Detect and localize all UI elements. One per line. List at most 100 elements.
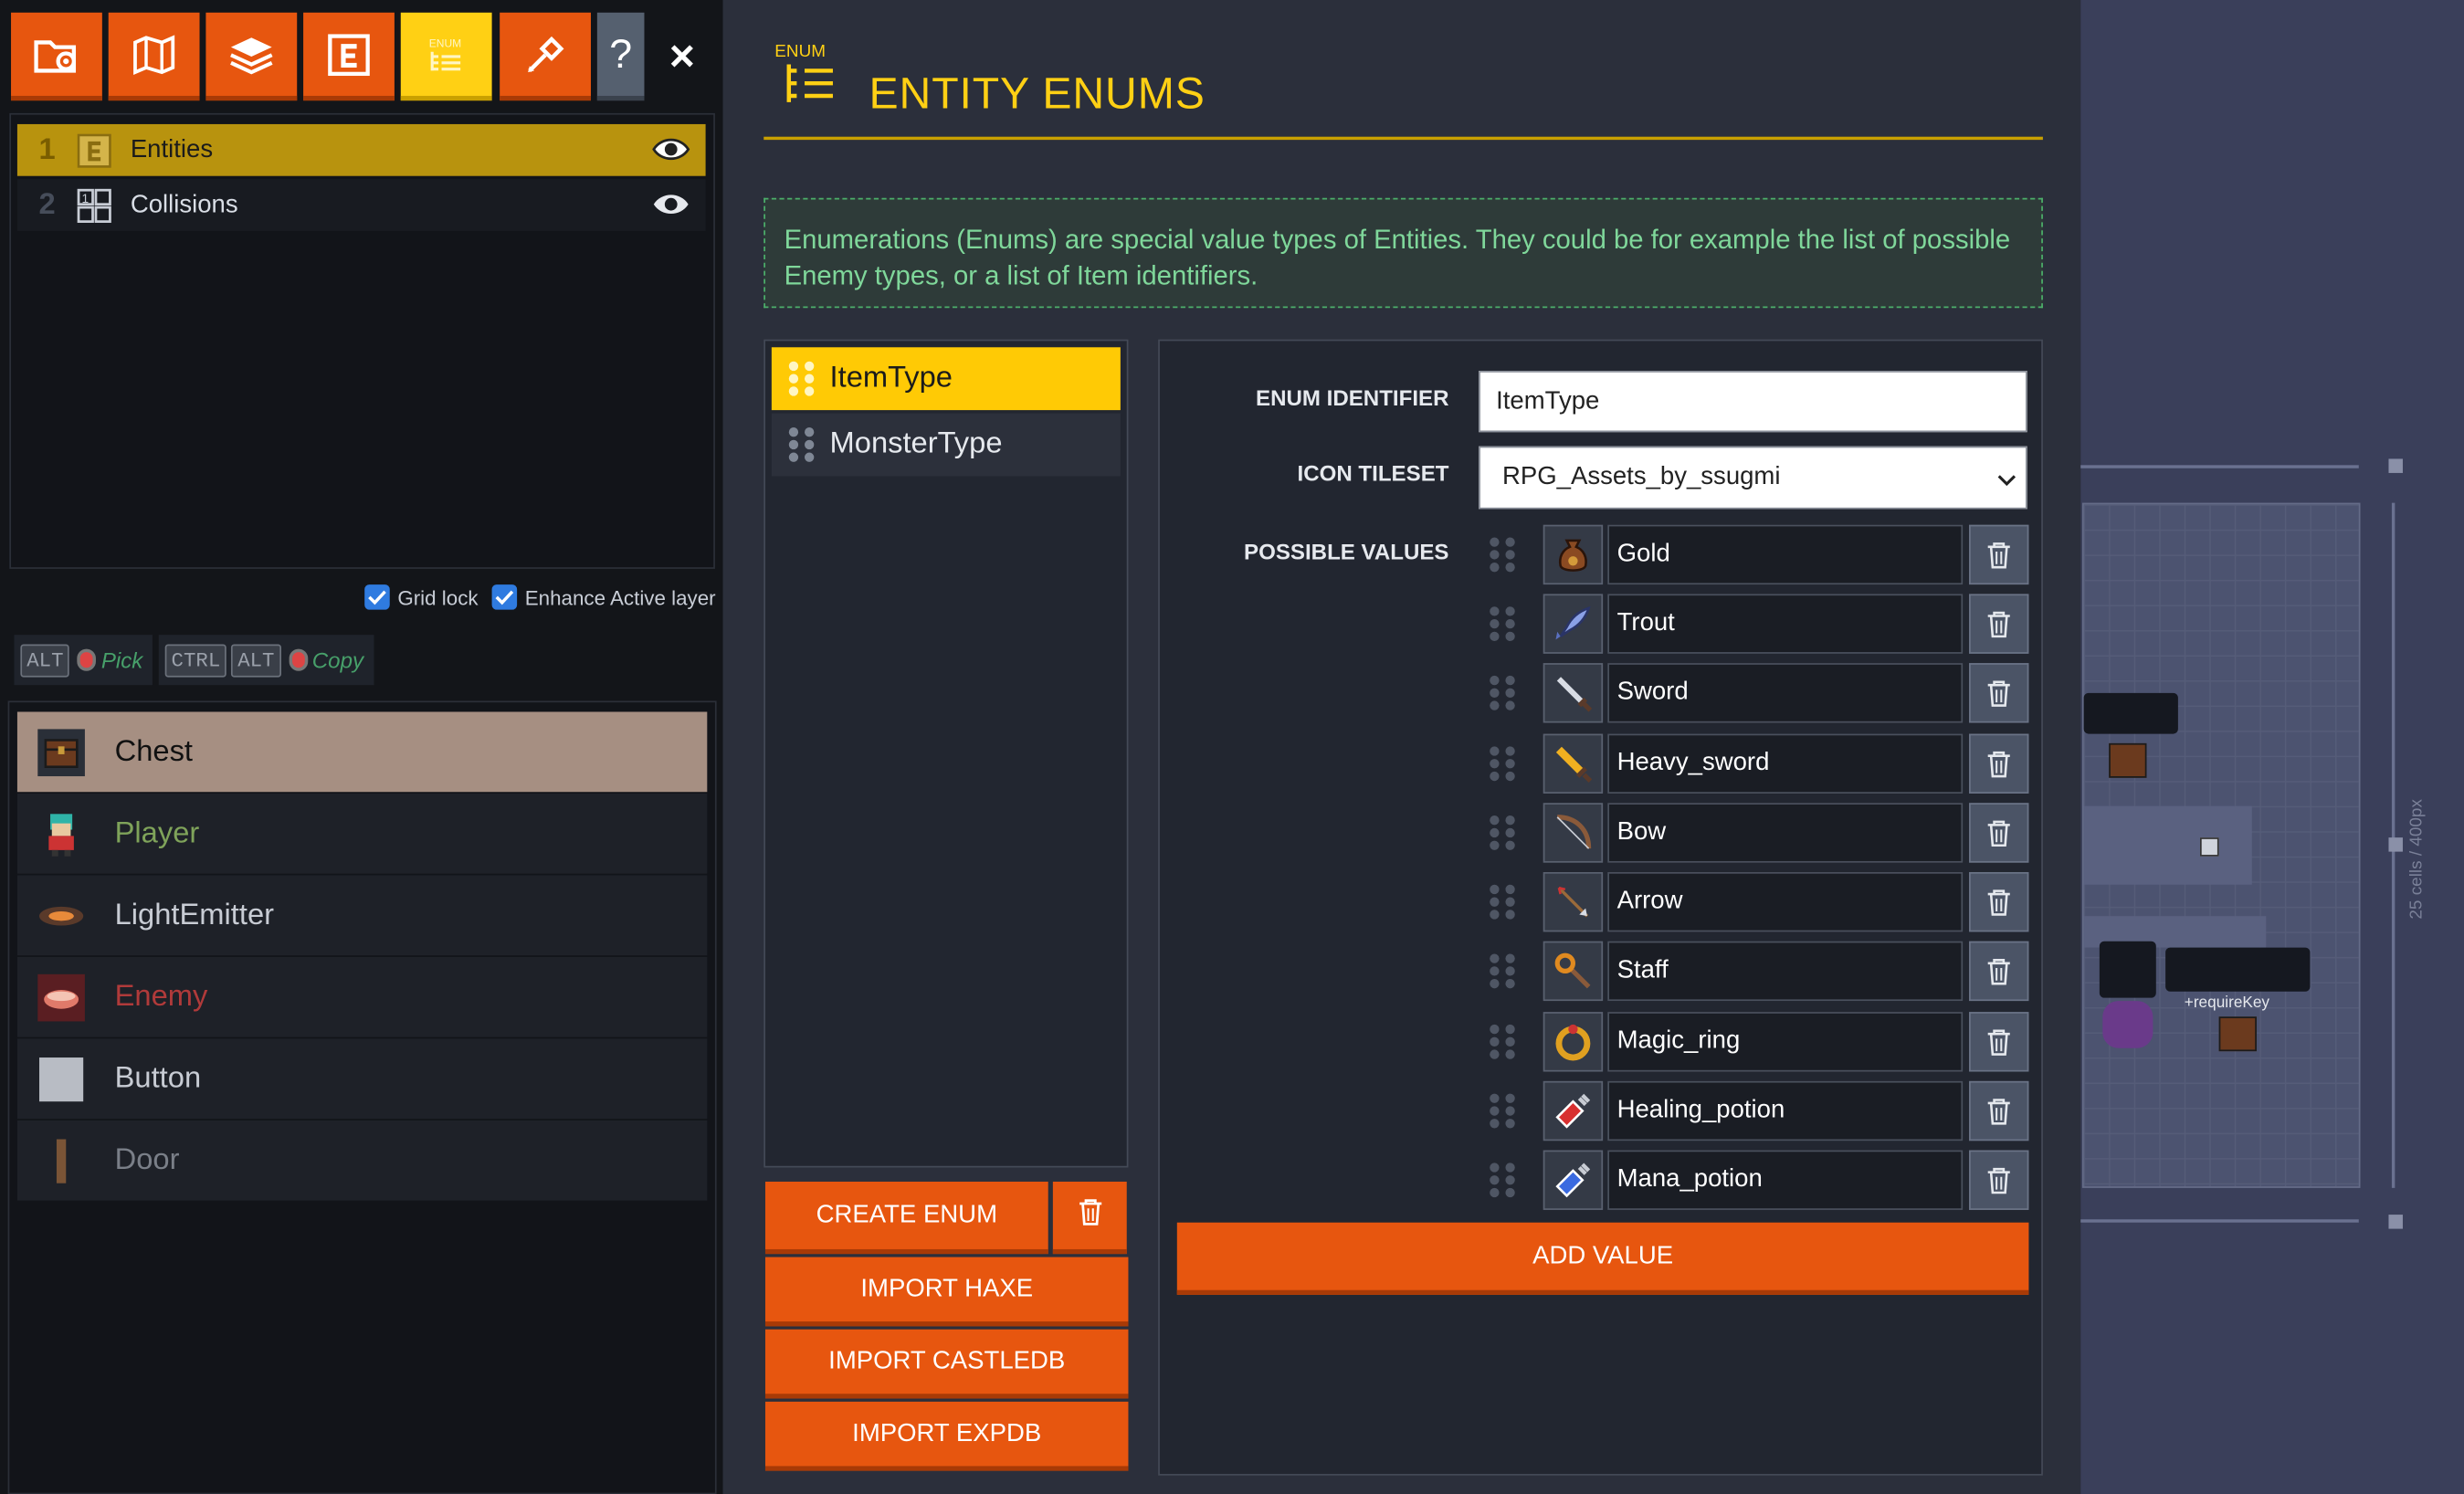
close-icon: × bbox=[669, 31, 695, 80]
value-name-input[interactable]: Staff bbox=[1607, 941, 1964, 1002]
level-size-label: 25 cells / 400px bbox=[2407, 799, 2427, 920]
button-entity-icon[interactable] bbox=[2199, 837, 2219, 857]
import-haxe-button[interactable]: IMPORT HAXE bbox=[764, 1257, 1129, 1327]
close-button[interactable]: × bbox=[650, 13, 713, 100]
delete-enum-button[interactable] bbox=[1052, 1181, 1127, 1255]
svg-text:ENUM: ENUM bbox=[429, 37, 461, 49]
level-ruler-top bbox=[2080, 465, 2359, 468]
layer-item-collisions[interactable]: 2 1 Collisions bbox=[16, 179, 706, 231]
drag-handle-icon[interactable] bbox=[1490, 815, 1515, 850]
grid-lock-checkbox[interactable]: Grid lock bbox=[364, 584, 479, 610]
enum-item-monstertype[interactable]: MonsterType bbox=[771, 413, 1121, 477]
layer-item-entities[interactable]: 1 Entities bbox=[16, 123, 706, 176]
trash-icon[interactable] bbox=[1969, 524, 2029, 585]
drag-handle-icon[interactable] bbox=[1490, 537, 1515, 573]
eye-icon[interactable] bbox=[652, 190, 690, 226]
resize-handle[interactable] bbox=[2388, 1215, 2403, 1229]
drag-handle-icon[interactable] bbox=[1490, 675, 1515, 710]
import-castledb-button[interactable]: IMPORT CASTLEDB bbox=[764, 1329, 1129, 1399]
value-row: Sword bbox=[1490, 661, 2029, 724]
drag-handle-icon[interactable] bbox=[1490, 1163, 1515, 1198]
key-ctrl: CTRL bbox=[164, 643, 227, 677]
enum-item-itemtype[interactable]: ItemType bbox=[771, 347, 1121, 411]
eye-icon[interactable] bbox=[652, 135, 690, 172]
trash-icon[interactable] bbox=[1969, 871, 2029, 932]
value-name-input[interactable]: Sword bbox=[1607, 663, 1964, 723]
entity-palette: Chest Player LightEmitter Enemy Button D… bbox=[7, 700, 717, 1494]
trash-icon[interactable] bbox=[1969, 594, 2029, 654]
staff-icon bbox=[1543, 941, 1604, 1002]
entity-tag-label: +requireKey bbox=[2184, 994, 2270, 1013]
player-icon bbox=[37, 808, 87, 858]
world-map-icon bbox=[131, 34, 178, 75]
import-expdb-button[interactable]: IMPORT EXPDB bbox=[764, 1401, 1129, 1471]
layers-button[interactable] bbox=[205, 12, 298, 101]
help-button[interactable]: ? bbox=[596, 12, 645, 101]
enhance-active-layer-label: Enhance Active layer bbox=[524, 584, 716, 609]
trash-icon[interactable] bbox=[1969, 1150, 2029, 1210]
grid-lock-label: Grid lock bbox=[397, 584, 479, 609]
value-name-input[interactable]: Healing_potion bbox=[1607, 1080, 1964, 1142]
drag-handle-icon[interactable] bbox=[788, 361, 815, 396]
trash-icon[interactable] bbox=[1969, 941, 2029, 1002]
trash-icon[interactable] bbox=[1969, 663, 2029, 723]
drag-handle-icon[interactable] bbox=[1490, 606, 1515, 642]
value-row: Trout bbox=[1490, 593, 2029, 656]
add-value-button[interactable]: ADD VALUE bbox=[1176, 1222, 2029, 1295]
entity-item-player[interactable]: Player bbox=[16, 793, 708, 874]
value-name-input[interactable]: Trout bbox=[1607, 594, 1964, 654]
trash-icon[interactable] bbox=[1969, 1080, 2029, 1142]
value-row: Heavy_sword bbox=[1490, 732, 2029, 795]
value-name-input[interactable]: Bow bbox=[1607, 803, 1964, 863]
trash-icon[interactable] bbox=[1969, 803, 2029, 863]
entity-item-button[interactable]: Button bbox=[16, 1038, 708, 1120]
drag-handle-icon[interactable] bbox=[1490, 1093, 1515, 1129]
layer-index: 2 bbox=[38, 187, 56, 221]
fish-icon bbox=[1543, 594, 1604, 654]
door-icon bbox=[37, 1135, 87, 1185]
entity-item-door[interactable]: Door bbox=[16, 1120, 708, 1201]
identifier-input[interactable]: ItemType bbox=[1479, 371, 2027, 433]
entities-button[interactable] bbox=[303, 12, 395, 101]
entity-item-chest[interactable]: Chest bbox=[16, 711, 708, 793]
value-name-input[interactable]: Heavy_sword bbox=[1607, 733, 1964, 794]
entity-item-lightemitter[interactable]: LightEmitter bbox=[16, 875, 708, 956]
drag-handle-icon[interactable] bbox=[1490, 1024, 1515, 1059]
shortcut-action: Copy bbox=[311, 647, 364, 673]
shortcut-copy: CTRL ALT Copy bbox=[158, 635, 374, 686]
tilesets-button[interactable] bbox=[500, 12, 591, 101]
world-map-button[interactable] bbox=[108, 12, 200, 101]
value-name-input[interactable]: Arrow bbox=[1607, 871, 1964, 932]
resize-handle[interactable] bbox=[2388, 837, 2403, 852]
project-settings-button[interactable] bbox=[11, 12, 102, 101]
drag-handle-icon[interactable] bbox=[1490, 884, 1515, 920]
value-row: Arrow bbox=[1490, 870, 2029, 933]
drag-handle-icon[interactable] bbox=[1490, 953, 1515, 989]
item-list-icon[interactable] bbox=[2165, 947, 2311, 992]
value-name-input[interactable]: Magic_ring bbox=[1607, 1012, 1964, 1072]
enemy-icon[interactable] bbox=[2102, 1001, 2153, 1048]
value-name-input[interactable]: Mana_potion bbox=[1607, 1150, 1964, 1210]
chest-icon[interactable] bbox=[2218, 1016, 2257, 1052]
trash-icon[interactable] bbox=[1969, 733, 2029, 794]
add-value-label: ADD VALUE bbox=[1532, 1242, 1674, 1269]
entity-name: LightEmitter bbox=[114, 898, 275, 931]
value-row: Mana_potion bbox=[1490, 1149, 2029, 1212]
create-enum-label: CREATE ENUM bbox=[816, 1201, 997, 1228]
tileset-select[interactable]: RPG_Assets_by_ssugmi bbox=[1479, 446, 2027, 510]
identifier-label: ENUM IDENTIFIER bbox=[1256, 384, 1449, 411]
possible-values-label: POSSIBLE VALUES bbox=[1244, 539, 1449, 564]
enums-button[interactable]: ENUM bbox=[400, 12, 492, 101]
resize-handle[interactable] bbox=[2388, 458, 2403, 473]
weapon-rack-icon[interactable] bbox=[2083, 692, 2178, 734]
value-name-input[interactable]: Gold bbox=[1607, 524, 1964, 585]
drag-handle-icon[interactable] bbox=[1490, 746, 1515, 782]
level-canvas[interactable]: +requireKey bbox=[2081, 502, 2361, 1188]
blue-potion-icon[interactable] bbox=[2099, 941, 2156, 998]
entity-item-enemy[interactable]: Enemy bbox=[16, 956, 708, 1037]
drag-handle-icon[interactable] bbox=[788, 427, 815, 462]
create-enum-button[interactable]: CREATE ENUM bbox=[764, 1181, 1048, 1255]
chest-icon[interactable] bbox=[2109, 742, 2147, 778]
enhance-active-layer-checkbox[interactable]: Enhance Active layer bbox=[491, 584, 716, 610]
trash-icon[interactable] bbox=[1969, 1012, 2029, 1072]
